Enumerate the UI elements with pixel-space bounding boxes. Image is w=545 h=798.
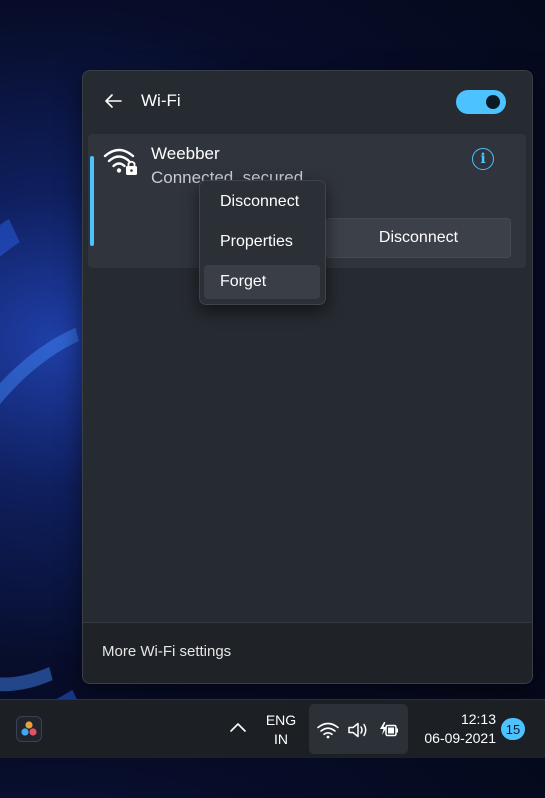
menu-item-forget[interactable]: Forget <box>204 265 320 299</box>
flyout-footer: More Wi-Fi settings <box>83 622 532 683</box>
language-region: IN <box>274 731 288 747</box>
clock-time: 12:13 <box>460 711 496 727</box>
chevron-up-icon[interactable] <box>229 720 247 734</box>
clock-date: 06-09-2021 <box>424 730 496 746</box>
menu-item-properties[interactable]: Properties <box>204 225 320 259</box>
quick-settings-tray[interactable] <box>309 704 408 754</box>
wifi-icon <box>317 722 339 739</box>
menu-item-disconnect[interactable]: Disconnect <box>204 185 320 219</box>
notification-badge[interactable]: 15 <box>501 718 525 740</box>
toggle-knob <box>486 95 500 109</box>
wifi-flyout: Wi-Fi Weebber Connected, secured i Disco… <box>82 70 533 684</box>
flyout-title: Wi-Fi <box>141 91 181 110</box>
davinci-app-icon[interactable] <box>16 716 42 742</box>
wifi-secured-icon <box>103 148 137 175</box>
disconnect-button[interactable]: Disconnect <box>326 218 511 258</box>
clock[interactable]: 12:13 06-09-2021 <box>414 710 496 748</box>
taskbar: ENG IN 12:13 06-09-2021 15 <box>0 699 545 758</box>
app-logo-icon <box>21 721 37 736</box>
context-menu: Disconnect Properties Forget <box>199 180 326 305</box>
flyout-header: Wi-Fi <box>83 71 532 133</box>
arrow-left-icon <box>105 94 122 108</box>
back-button[interactable] <box>101 89 125 113</box>
info-icon[interactable]: i <box>472 148 494 170</box>
language-code: ENG <box>265 712 297 728</box>
speaker-icon <box>348 722 367 738</box>
network-name: Weebber <box>151 144 220 163</box>
more-wifi-settings-link[interactable]: More Wi-Fi settings <box>102 643 231 660</box>
battery-charging-icon <box>380 722 398 737</box>
language-indicator[interactable]: ENG IN <box>262 711 300 749</box>
wifi-toggle[interactable] <box>456 90 506 114</box>
selected-indicator <box>90 156 94 246</box>
